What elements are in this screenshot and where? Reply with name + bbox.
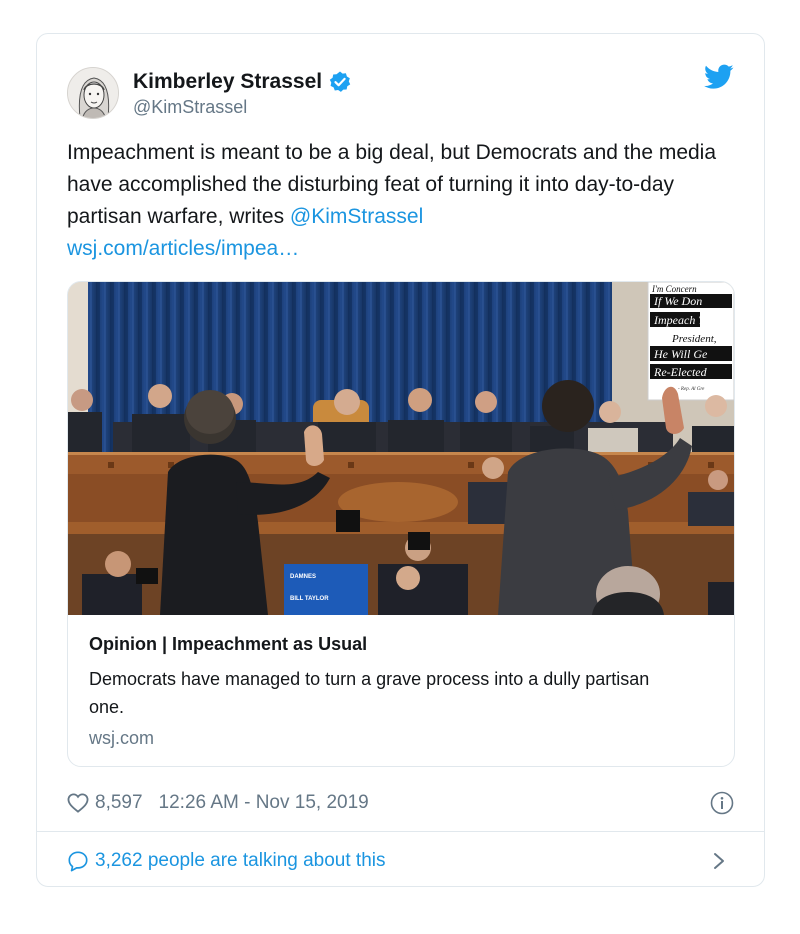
card-description: Democrats have managed to turn a grave p… bbox=[89, 669, 650, 717]
footer-divider bbox=[37, 831, 764, 832]
verified-badge-icon bbox=[329, 71, 351, 92]
author-avatar[interactable] bbox=[67, 67, 119, 119]
monitor-line-2: BILL TAYLOR bbox=[290, 596, 329, 602]
chevron-right-icon[interactable] bbox=[712, 852, 726, 870]
sign-line-3: Impeach Th bbox=[653, 313, 711, 327]
author-display-name[interactable]: Kimberley Strassel bbox=[133, 70, 322, 94]
tweet-body: Impeachment is meant to be a big deal, b… bbox=[67, 137, 747, 265]
mention-link[interactable]: @KimStrassel bbox=[290, 205, 423, 228]
conversation-footer[interactable]: 3,262 people are talking about this bbox=[67, 846, 734, 876]
comment-bubble-icon bbox=[68, 851, 88, 872]
heart-icon[interactable] bbox=[67, 793, 89, 813]
sign-line-6: Re-Elected bbox=[653, 365, 708, 379]
article-url-link[interactable]: wsj.com/articles/impea… bbox=[67, 233, 747, 265]
info-icon[interactable] bbox=[710, 791, 734, 815]
card-title[interactable]: Opinion | Impeachment as Usual bbox=[89, 634, 367, 655]
link-preview-card[interactable]: I'm Concern If We Don Impeach Th Preside… bbox=[67, 281, 735, 767]
twitter-bird-icon[interactable] bbox=[704, 64, 734, 90]
tweet-header: Kimberley Strassel @KimStrassel bbox=[67, 64, 734, 120]
like-count[interactable]: 8,597 bbox=[95, 792, 143, 814]
tweet-meta: 8,597 12:26 AM - Nov 15, 2019 bbox=[67, 789, 734, 817]
sign-line-2: If We Don bbox=[653, 294, 702, 308]
sign-line-5: He Will Ge bbox=[653, 347, 708, 361]
name-row: Kimberley Strassel bbox=[133, 70, 352, 94]
tweet-timestamp[interactable]: 12:26 AM - Nov 15, 2019 bbox=[159, 792, 369, 814]
monitor-line-1: DAMNES bbox=[290, 574, 316, 580]
hearing-photo[interactable]: I'm Concern If We Don Impeach Th Preside… bbox=[68, 282, 735, 615]
tweet-card[interactable]: Kimberley Strassel @KimStrassel Impeachm… bbox=[36, 33, 765, 887]
card-domain: wsj.com bbox=[89, 728, 155, 748]
sign-line-4: President, bbox=[671, 333, 717, 345]
avatar-sketch-icon bbox=[68, 68, 118, 118]
talking-count-link[interactable]: 3,262 people are talking about this bbox=[95, 850, 386, 872]
author-handle[interactable]: @KimStrassel bbox=[133, 97, 247, 118]
sign-attribution: - Rep. Al Gre bbox=[678, 387, 705, 392]
sign-line-1: I'm Concern bbox=[651, 284, 697, 294]
